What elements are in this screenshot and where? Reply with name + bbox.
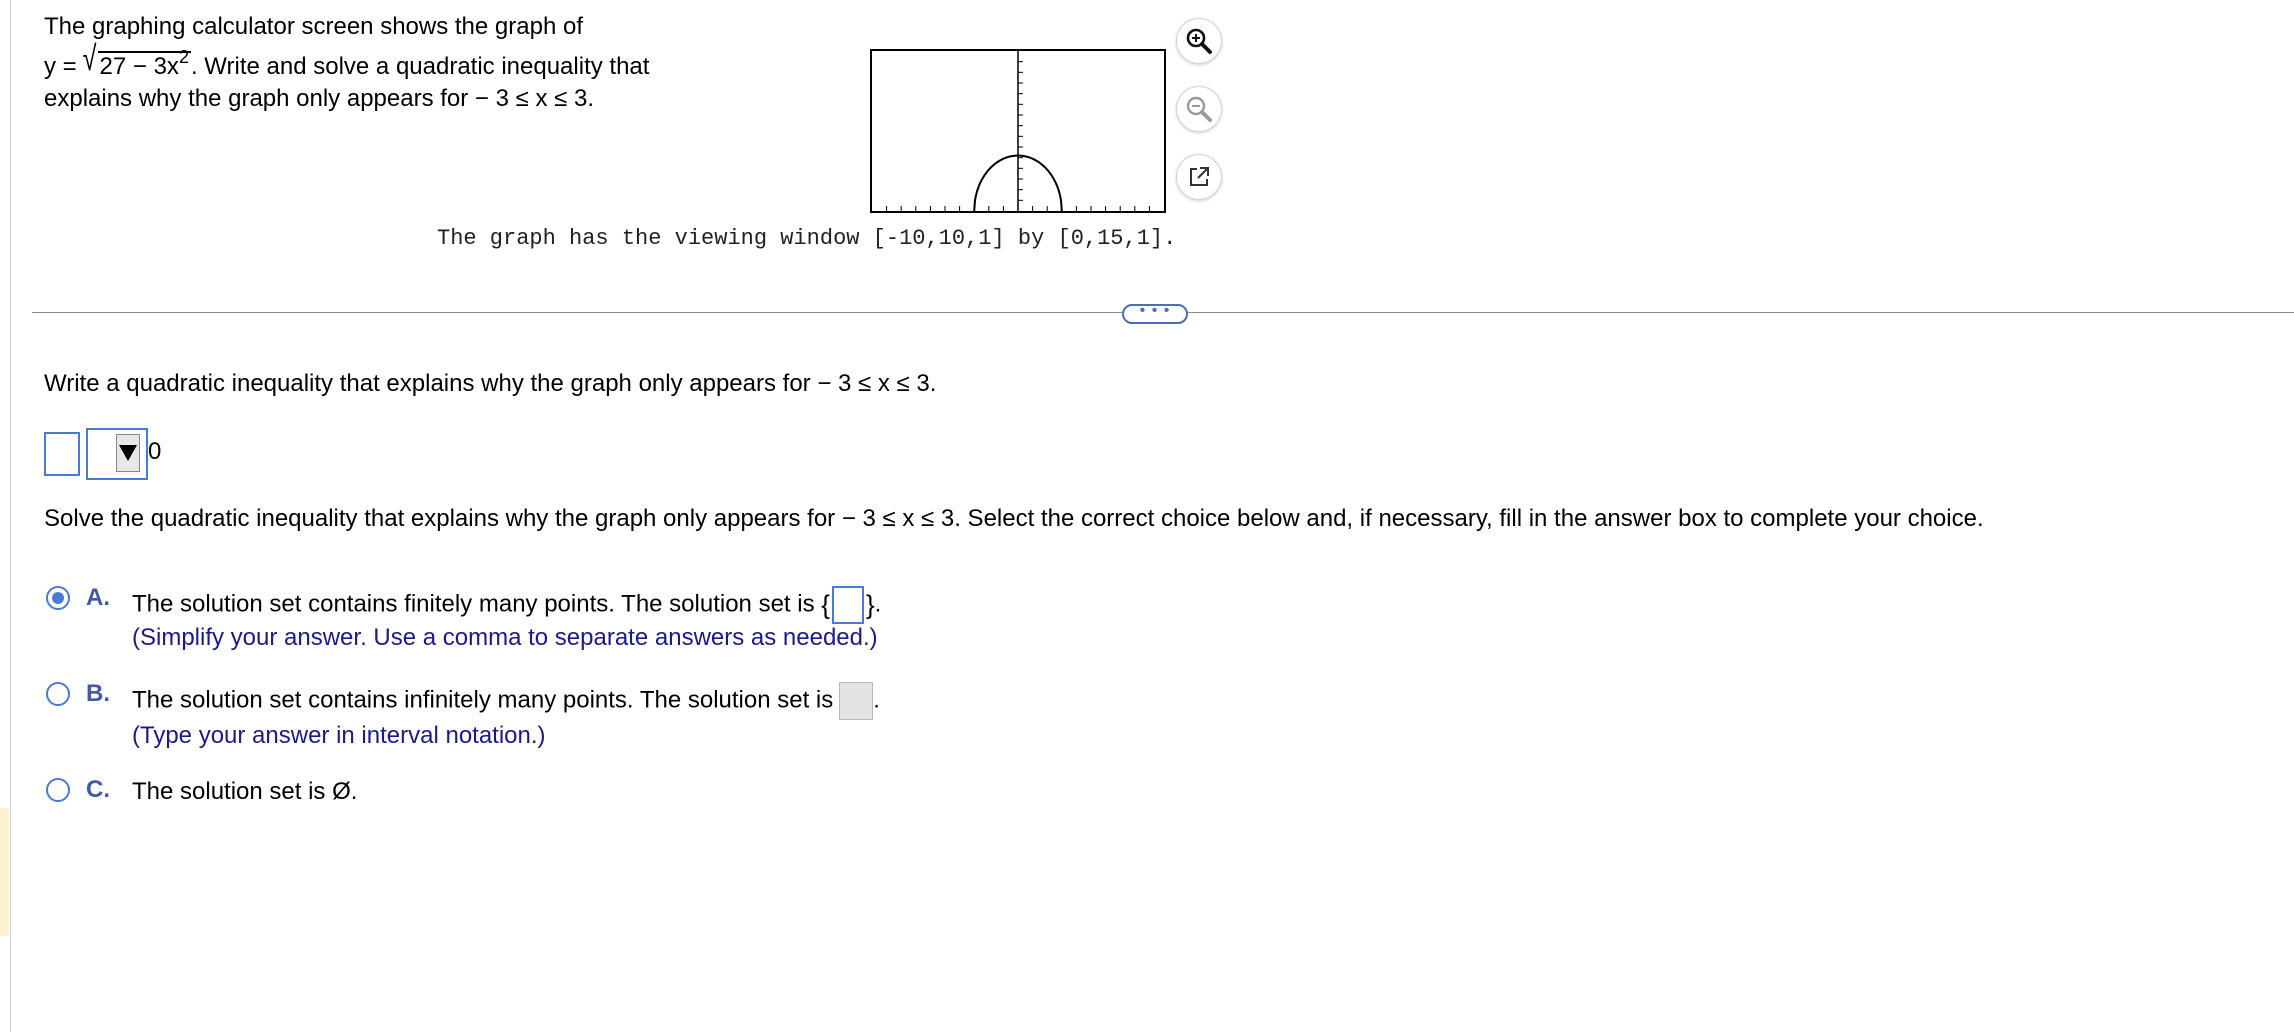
problem-line-1: The graphing calculator screen shows the… — [44, 13, 583, 40]
caret-down-icon — [119, 445, 137, 461]
choice-a-radio[interactable] — [46, 586, 70, 610]
square-root-expression: √ 27 − 3x2 — [83, 40, 191, 83]
solution-set-input[interactable] — [831, 586, 864, 624]
dropdown-toggle[interactable] — [116, 434, 140, 472]
choice-b-hint: (Type your answer in interval notation.) — [132, 722, 546, 749]
zoom-out-icon — [1186, 96, 1212, 122]
problem-line-2: y = √ 27 − 3x2. Write and solve a quadrat… — [44, 40, 650, 83]
radical-sign-icon: √ — [83, 39, 97, 79]
question-2-prompt: Solve the quadratic inequality that expl… — [44, 505, 1984, 532]
page-left-border — [10, 0, 11, 1032]
inequality-symbol-dropdown[interactable] — [86, 428, 148, 480]
choice-a-label: The solution set contains finitely many … — [132, 590, 822, 618]
choice-b-text: The solution set contains infinitely man… — [132, 682, 880, 720]
calculator-graph — [870, 49, 1170, 222]
popout-button[interactable] — [1176, 154, 1222, 200]
choice-c-text: The solution set is Ø. — [132, 778, 358, 805]
popout-icon — [1190, 167, 1209, 186]
choice-c-radio[interactable] — [46, 778, 70, 802]
choice-b-label: The solution set contains infinitely man… — [132, 686, 834, 714]
equation-suffix: . Write and solve a quadratic inequality… — [190, 53, 650, 80]
choice-b-period: . — [873, 686, 880, 714]
problem-statement: The graphing calculator screen shows the… — [44, 11, 649, 115]
equation-prefix: y = — [44, 53, 84, 80]
choice-b-radio[interactable] — [46, 682, 70, 706]
inequality-rhs: 0 — [148, 438, 162, 465]
side-highlight-bar — [0, 808, 9, 936]
graph-screen — [870, 49, 1166, 213]
more-options-button[interactable]: • • • — [1122, 302, 1188, 324]
viewing-window-caption: The graph has the viewing window [-10,10… — [437, 226, 1177, 251]
choice-b-letter: B. — [86, 680, 110, 707]
radicand: 27 − 3x — [99, 53, 179, 80]
choice-a-text: The solution set contains finitely many … — [132, 586, 881, 624]
choice-c-letter: C. — [86, 776, 110, 803]
choice-a-period: . — [874, 590, 882, 618]
close-brace: } — [865, 589, 875, 620]
zoom-in-icon — [1186, 28, 1212, 54]
open-brace: { — [821, 589, 830, 620]
problem-line-3: explains why the graph only appears for … — [44, 85, 594, 112]
choice-a-hint: (Simplify your answer. Use a comma to se… — [132, 624, 878, 651]
ellipsis-icon: • • • — [1139, 302, 1171, 319]
zoom-out-button[interactable] — [1176, 86, 1222, 132]
interval-input[interactable] — [839, 682, 874, 720]
question-1-prompt: Write a quadratic inequality that explai… — [44, 370, 937, 397]
exponent: 2 — [178, 47, 189, 67]
quadratic-expression-input[interactable] — [44, 432, 80, 476]
choice-a-letter: A. — [86, 584, 110, 611]
zoom-in-button[interactable] — [1176, 18, 1222, 64]
